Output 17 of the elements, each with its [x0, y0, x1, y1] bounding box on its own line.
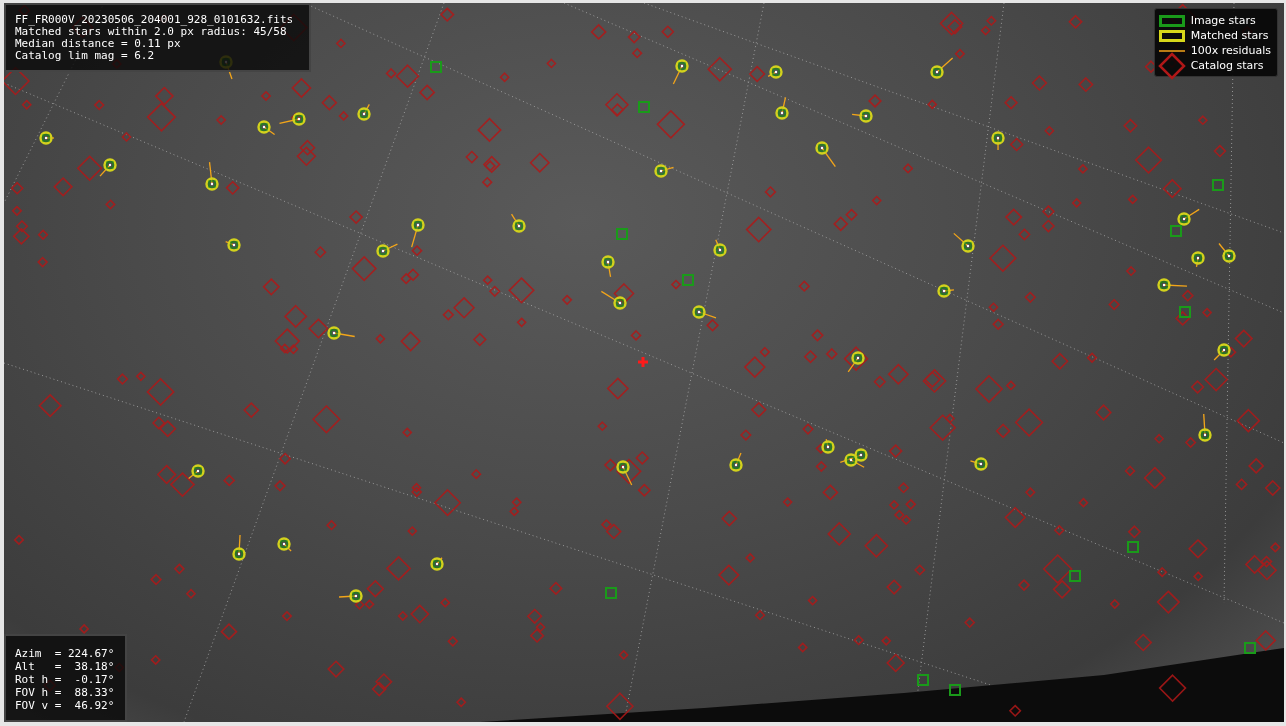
square-marker-icon: [1158, 29, 1185, 42]
diamond-icon: [1158, 52, 1185, 79]
line-icon: [1158, 48, 1185, 53]
pointing-text: Azim = 224.67°: [15, 647, 115, 660]
pointing-text: Alt = 38.18°: [15, 660, 115, 673]
legend-label: Catalog stars: [1190, 58, 1264, 73]
info-text: Matched stars within 2.0 px radius: 45/58: [15, 26, 287, 38]
square-marker-icon: [1158, 14, 1185, 27]
pointing-text: Rot h = -0.17°: [15, 673, 115, 686]
legend-label: Image stars: [1190, 13, 1256, 28]
info-text: FF_FR000V_20230506_204001_928_0101632.fits: [15, 14, 295, 26]
info-text: Median distance = 0.11 px: [15, 38, 182, 50]
pointing-text: FOV v = 46.92°: [15, 699, 115, 712]
info-text: Catalog lim mag = 6.2: [15, 50, 156, 62]
legend-label: 100x residuals: [1190, 43, 1271, 58]
legend-label: Matched stars: [1190, 28, 1269, 43]
pointing-text: FOV h = 88.33°: [15, 686, 115, 699]
